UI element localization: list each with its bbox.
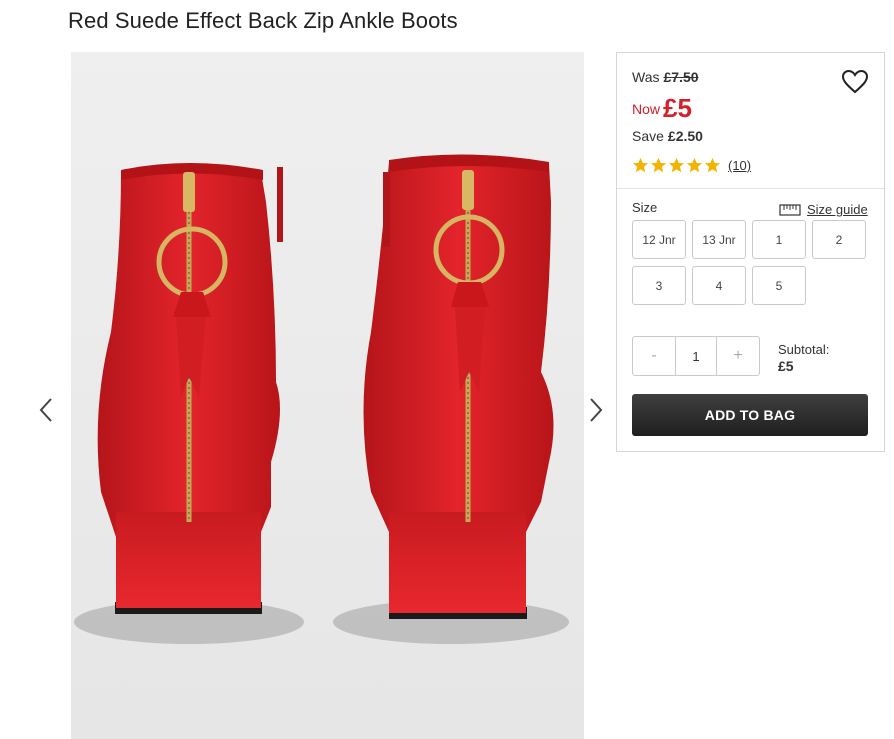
quantity-stepper: - 1 + <box>632 336 760 376</box>
size-guide-label: Size guide <box>807 202 868 217</box>
star-icon <box>650 157 667 173</box>
size-option[interactable]: 3 <box>632 266 686 305</box>
rating: (10) <box>632 157 751 174</box>
save-amount: £2.50 <box>667 128 703 144</box>
quantity-decrease-button[interactable]: - <box>633 337 675 375</box>
product-page: Red Suede Effect Back Zip Ankle Boots Wa… <box>0 0 894 739</box>
subtotal: Subtotal: £5 <box>778 341 829 375</box>
add-to-bag-button[interactable]: ADD TO BAG <box>632 394 868 436</box>
chevron-left-icon[interactable] <box>36 395 56 425</box>
now-price-row: Now £5 <box>632 93 692 124</box>
now-label: Now <box>632 101 661 117</box>
size-option[interactable]: 1 <box>752 220 806 259</box>
ruler-icon <box>779 203 801 216</box>
quantity-increase-button[interactable]: + <box>717 337 759 375</box>
product-image <box>71 52 584 739</box>
star-icon <box>686 157 703 173</box>
star-icon <box>668 157 685 173</box>
star-icon <box>632 157 649 173</box>
save-row: Save £2.50 <box>632 128 703 144</box>
save-label: Save <box>632 128 664 144</box>
size-label: Size <box>632 200 658 215</box>
star-rating <box>632 157 721 174</box>
size-option[interactable]: 2 <box>812 220 866 259</box>
subtotal-value: £5 <box>778 358 794 374</box>
quantity-input[interactable]: 1 <box>675 337 717 375</box>
size-option[interactable]: 12 Jnr <box>632 220 686 259</box>
heart-icon[interactable] <box>841 69 869 95</box>
subtotal-label: Subtotal: <box>778 342 830 357</box>
chevron-right-icon[interactable] <box>586 395 606 425</box>
reviews-link[interactable]: (10) <box>728 158 751 173</box>
was-label: Was <box>632 69 660 85</box>
now-price: £5 <box>663 93 692 123</box>
size-option[interactable]: 5 <box>752 266 806 305</box>
purchase-panel: Was £7.50 Now £5 Save £2.50 (10) Size Si… <box>616 52 885 452</box>
size-option[interactable]: 4 <box>692 266 746 305</box>
was-price: £7.50 <box>663 69 699 85</box>
product-title: Red Suede Effect Back Zip Ankle Boots <box>68 8 458 33</box>
was-price-row: Was £7.50 <box>632 69 699 85</box>
size-guide-link[interactable]: Size guide <box>779 202 868 217</box>
size-option[interactable]: 13 Jnr <box>692 220 746 259</box>
divider <box>617 188 884 189</box>
star-icon <box>704 157 721 173</box>
